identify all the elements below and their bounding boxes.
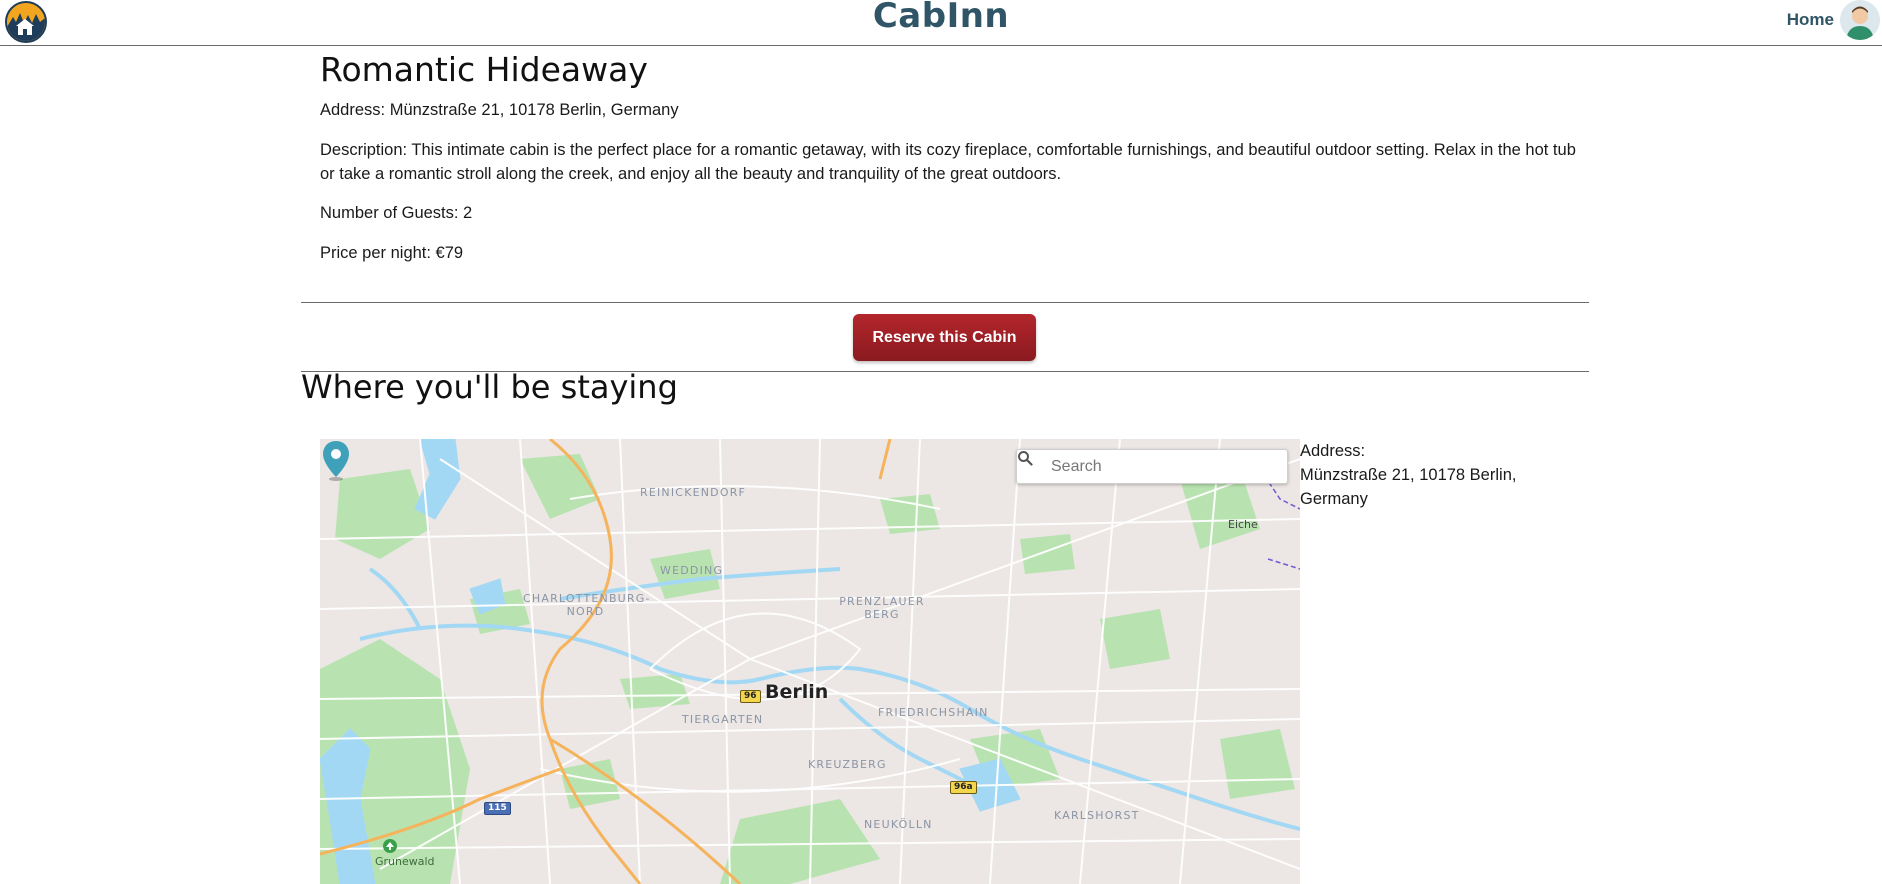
- address-value: Münzstraße 21, 10178 Berlin, Germany: [1300, 466, 1517, 508]
- road-shield: 115: [484, 802, 511, 815]
- district-label: WEDDING: [660, 564, 724, 577]
- road-shield: 96: [740, 690, 761, 703]
- district-label: FRIEDRICHSHAIN: [878, 706, 989, 719]
- district-label: KARLSHORST: [1054, 809, 1140, 822]
- home-link[interactable]: Home: [1787, 10, 1834, 30]
- search-icon: [1018, 451, 1033, 466]
- place-label: Grunewald: [375, 855, 435, 868]
- cabin-guests: Number of Guests: 2: [320, 204, 473, 222]
- place-label: Eiche: [1228, 518, 1258, 531]
- top-navbar: CabInn Home: [0, 0, 1882, 46]
- location-heading: Where you'll be staying: [301, 368, 678, 406]
- district-label: TIERGARTEN: [682, 713, 764, 726]
- city-label: Berlin: [765, 681, 829, 703]
- divider: [301, 302, 1589, 303]
- cabin-price: Price per night: €79: [320, 244, 464, 262]
- district-label: PRENZLAUER BERG: [839, 595, 925, 621]
- location-map[interactable]: REINICKENDORF WEDDING CHARLOTTENBURG- NO…: [320, 439, 1300, 884]
- district-label: CHARLOTTENBURG- NORD: [523, 592, 651, 618]
- map-search-box[interactable]: [1016, 449, 1288, 484]
- map-pin-icon[interactable]: [320, 439, 352, 481]
- reserve-cabin-button[interactable]: Reserve this Cabin: [853, 314, 1036, 361]
- cabin-title: Romantic Hideaway: [320, 50, 648, 89]
- map-tiles: [320, 439, 1300, 884]
- cabin-address: Address: Münzstraße 21, 10178 Berlin, Ge…: [320, 101, 679, 119]
- user-avatar-icon[interactable]: [1840, 0, 1880, 40]
- district-label: NEUKÖLLN: [864, 818, 933, 831]
- park-icon: [383, 839, 397, 853]
- cabin-description: Description: This intimate cabin is the …: [320, 141, 1576, 183]
- district-label: KREUZBERG: [808, 758, 887, 771]
- road-shield: 96a: [950, 781, 977, 794]
- address-label: Address:: [1300, 442, 1366, 460]
- map-search-input[interactable]: [1051, 450, 1281, 483]
- district-label: REINICKENDORF: [640, 486, 747, 499]
- brand-title[interactable]: CabInn: [0, 0, 1882, 36]
- location-address-panel: Address: Münzstraße 21, 10178 Berlin, Ge…: [1300, 439, 1530, 511]
